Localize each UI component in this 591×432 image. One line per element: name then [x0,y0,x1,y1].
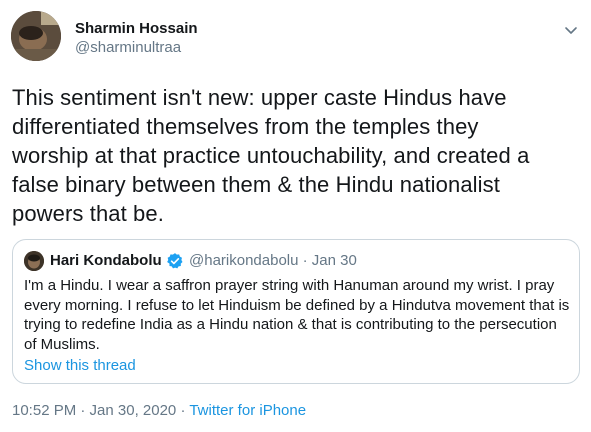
tweet-metadata: 10:52 PM · Jan 30, 2020 · Twitter for iP… [12,402,306,420]
avatar-image [11,11,61,61]
quoted-tweet[interactable]: Hari Kondabolu @harikondabolu · Jan 30 I… [12,239,580,384]
tweet-timestamp[interactable]: 10:52 PM · Jan 30, 2020 · [12,402,189,419]
quoted-author-handle-date[interactable]: @harikondabolu · Jan 30 [189,252,357,270]
author-avatar[interactable] [11,11,61,61]
chevron-down-icon[interactable] [561,20,581,40]
show-thread-link[interactable]: Show this thread [24,357,136,375]
quoted-author-name[interactable]: Hari Kondabolu [50,252,162,270]
author-handle[interactable]: @sharminultraa [75,39,181,57]
author-name[interactable]: Sharmin Hossain [75,20,198,38]
verified-badge-icon [166,252,184,270]
tweet-text: This sentiment isn't new: upper caste Hi… [12,85,530,226]
quoted-tweet-text: I'm a Hindu. I wear a saffron prayer str… [24,277,570,353]
tweet-card: Sharmin Hossain @sharminultraa This sent… [0,0,591,432]
quoted-author-avatar[interactable] [24,251,44,271]
tweet-source-link[interactable]: Twitter for iPhone [189,402,306,419]
